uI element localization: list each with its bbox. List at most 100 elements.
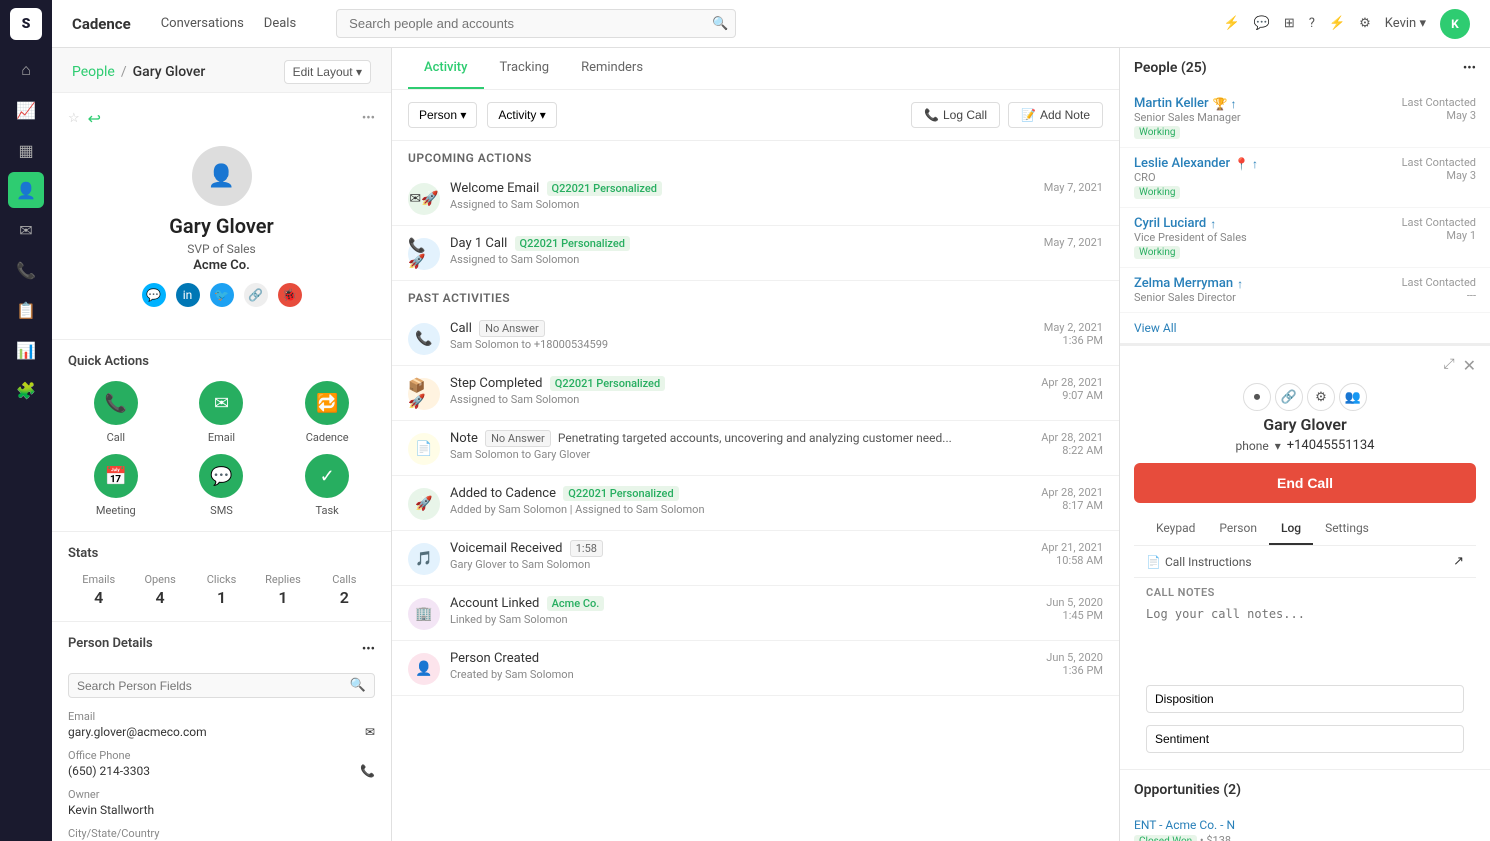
- people-panel-title: People (25): [1134, 60, 1207, 76]
- call-action-button[interactable]: 📞 Call: [68, 381, 164, 444]
- task-action-button[interactable]: ✓ Task: [279, 454, 375, 517]
- search-input[interactable]: [336, 9, 736, 38]
- past-account-content: Account Linked Acme Co. Linked by Sam So…: [450, 596, 1036, 626]
- email-action-button[interactable]: ✉ Email: [174, 381, 270, 444]
- people-list-item-2[interactable]: Cyril Luciard ↑ Vice President of Sales …: [1120, 208, 1490, 268]
- edit-layout-button[interactable]: Edit Layout ▾: [284, 60, 371, 84]
- call-tab-person[interactable]: Person: [1207, 513, 1269, 545]
- call-close-icon[interactable]: ✕: [1463, 356, 1476, 375]
- sidebar-item-home[interactable]: ⌂: [8, 52, 44, 88]
- people-list-item-3[interactable]: Zelma Merryman ↑ Senior Sales Director L…: [1120, 268, 1490, 313]
- sidebar-item-phone[interactable]: 📞: [8, 252, 44, 288]
- sidebar-item-grid[interactable]: ▦: [8, 132, 44, 168]
- email-copy-icon[interactable]: ✉: [365, 725, 375, 739]
- social-chat-icon[interactable]: 💬: [142, 283, 166, 307]
- right-panel: People (25) ••• Martin Keller 🏆 ↑ Senior…: [1120, 48, 1490, 841]
- past-item-step: 📦🚀 Step Completed Q22021 Personalized As…: [392, 366, 1119, 421]
- sidebar-item-tasks[interactable]: 📋: [8, 292, 44, 328]
- detail-email-value: gary.glover@acmeco.com ✉: [68, 725, 375, 739]
- call-instructions-label: 📄 Call Instructions: [1146, 555, 1252, 569]
- chat-icon[interactable]: 💬: [1254, 16, 1270, 31]
- social-linkedin-icon[interactable]: in: [176, 283, 200, 307]
- sidebar-item-analytics[interactable]: 📈: [8, 92, 44, 128]
- call-control-record[interactable]: ⏺: [1243, 383, 1271, 411]
- end-call-button[interactable]: End Call: [1134, 463, 1476, 503]
- expand-icon[interactable]: ⤢: [1443, 356, 1454, 375]
- detail-email-row: Email gary.glover@acmeco.com ✉: [68, 710, 375, 739]
- lightning-icon[interactable]: ⚡: [1224, 16, 1240, 31]
- upcoming-item-1-content: Day 1 Call Q22021 Personalized Assigned …: [450, 236, 1034, 266]
- search-fields-input[interactable]: [77, 679, 350, 693]
- call-tab-log[interactable]: Log: [1269, 513, 1313, 545]
- meeting-icon: 📅: [94, 454, 138, 498]
- brand-link[interactable]: Cadence: [72, 15, 131, 33]
- social-link-icon[interactable]: 🔗: [244, 283, 268, 307]
- past-person-created-icon-wrap: 👤: [408, 653, 440, 685]
- call-notes-input[interactable]: [1134, 603, 1476, 675]
- opp-item-0[interactable]: ENT - Acme Co. - N Closed Won • $138 Las…: [1120, 810, 1490, 841]
- sidebar-item-people[interactable]: 👤: [8, 172, 44, 208]
- add-note-button[interactable]: 📝 Add Note: [1008, 102, 1103, 128]
- sentiment-select[interactable]: Sentiment Positive Neutral Negative: [1146, 725, 1464, 753]
- note-icon: 📝: [1021, 108, 1036, 122]
- disposition-select[interactable]: Disposition Connected No Answer Left Voi…: [1146, 685, 1464, 713]
- help-icon[interactable]: ?: [1309, 16, 1315, 31]
- social-twitter-icon[interactable]: 🐦: [210, 283, 234, 307]
- call-person-name: Gary Glover: [1134, 415, 1476, 434]
- person-details-more[interactable]: •••: [362, 642, 375, 657]
- breadcrumb-people-link[interactable]: People: [72, 64, 115, 80]
- activity-filter-button[interactable]: Activity ▾: [487, 102, 556, 128]
- user-avatar[interactable]: K: [1440, 9, 1470, 39]
- call-panel: ⤢ ✕ ⏺ 🔗 ⚙ 👥 Gary Glover phone ▾ +1404: [1120, 344, 1490, 841]
- people-list-item-0[interactable]: Martin Keller 🏆 ↑ Senior Sales Manager W…: [1120, 88, 1490, 148]
- past-note-sub2: Sam Solomon to Gary Glover: [450, 448, 1031, 461]
- user-menu[interactable]: Kevin ▾: [1385, 16, 1426, 31]
- past-call-content: Call No Answer Sam Solomon to +180005345…: [450, 321, 1034, 351]
- topnav-deals[interactable]: Deals: [264, 14, 296, 33]
- grid-icon[interactable]: ⊞: [1284, 16, 1295, 31]
- person-filter-button[interactable]: Person ▾: [408, 102, 477, 128]
- zap-icon[interactable]: ⚡: [1329, 16, 1345, 31]
- call-control-link[interactable]: 🔗: [1275, 383, 1303, 411]
- call-control-people[interactable]: 👥: [1339, 383, 1367, 411]
- people-more-icon[interactable]: •••: [1463, 61, 1476, 76]
- meeting-action-button[interactable]: 📅 Meeting: [68, 454, 164, 517]
- call-phone-dropdown-icon[interactable]: ▾: [1275, 439, 1281, 453]
- stat-emails: Emails 4: [68, 573, 129, 607]
- settings-icon[interactable]: ⚙: [1359, 16, 1371, 31]
- sms-action-button[interactable]: 💬 SMS: [174, 454, 270, 517]
- search-fields-icon: 🔍: [350, 678, 366, 693]
- star-icon[interactable]: ☆: [68, 111, 80, 126]
- call-tab-keypad[interactable]: Keypad: [1144, 513, 1207, 545]
- stat-emails-value: 4: [68, 588, 129, 607]
- cadence-action-button[interactable]: 🔁 Cadence: [279, 381, 375, 444]
- call-control-settings[interactable]: ⚙: [1307, 383, 1335, 411]
- more-options-icon[interactable]: •••: [362, 111, 375, 126]
- sidebar-item-reports[interactable]: 📊: [8, 332, 44, 368]
- phone-copy-icon[interactable]: 📞: [360, 764, 375, 778]
- tab-reminders[interactable]: Reminders: [565, 48, 659, 89]
- stat-clicks: Clicks 1: [191, 573, 252, 607]
- past-person-created-sub: Created by Sam Solomon: [450, 668, 1036, 681]
- sidebar-item-integrations[interactable]: 🧩: [8, 372, 44, 408]
- tab-activity[interactable]: Activity: [408, 48, 484, 89]
- upcoming-item-1: 📞🚀 Day 1 Call Q22021 Personalized Assign…: [392, 226, 1119, 281]
- sidebar-item-mail[interactable]: ✉: [8, 212, 44, 248]
- people-view-all[interactable]: View All: [1120, 313, 1490, 343]
- past-item-cadence: 🚀 Added to Cadence Q22021 Personalized A…: [392, 476, 1119, 531]
- back-icon[interactable]: ↩: [88, 109, 101, 128]
- people-item-2-icons: ↑: [1210, 217, 1216, 231]
- past-call-badge: No Answer: [479, 320, 545, 337]
- past-step-sub: Assigned to Sam Solomon: [450, 393, 1031, 406]
- sidebar-logo[interactable]: S: [10, 8, 42, 40]
- topnav-conversations[interactable]: Conversations: [161, 14, 244, 33]
- social-extra-icon[interactable]: 🐞: [278, 283, 302, 307]
- tab-tracking[interactable]: Tracking: [484, 48, 566, 89]
- people-list-item-1[interactable]: Leslie Alexander 📍 ↑ CRO Working Last Co…: [1120, 148, 1490, 208]
- content-area: People / Gary Glover Edit Layout ▾ ☆ ↩ •…: [52, 48, 1490, 841]
- upcoming-item-0-title: Welcome Email Q22021 Personalized: [450, 181, 1034, 196]
- call-instructions-expand-icon[interactable]: ↗: [1453, 554, 1464, 569]
- log-call-button[interactable]: 📞 Log Call: [911, 102, 1000, 128]
- disposition-dropdown-row: Disposition Connected No Answer Left Voi…: [1134, 679, 1476, 719]
- call-tab-settings[interactable]: Settings: [1313, 513, 1381, 545]
